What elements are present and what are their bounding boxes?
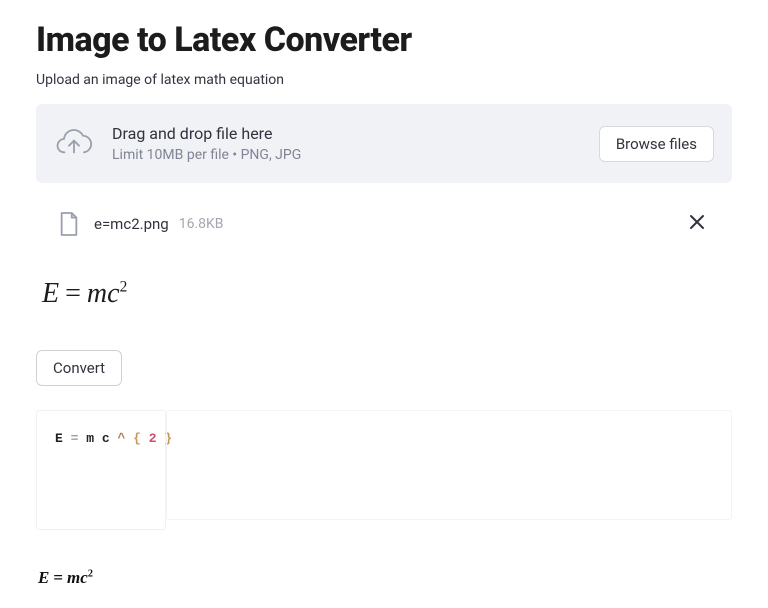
tok-c: c [102,431,110,446]
req-eq: = [49,568,67,587]
file-icon [58,211,80,237]
eq-var-c: c [107,278,119,309]
cloud-upload-icon [54,126,94,162]
close-icon [688,213,706,231]
file-uploader[interactable]: Drag and drop file here Limit 10MB per f… [36,104,732,183]
uploaded-image-preview: E=mc2 [42,278,732,310]
file-size: 16.8KB [179,216,224,232]
tok-lbrace: { [133,431,141,446]
tok-caret: ^ [118,431,126,446]
uploaded-file-row: e=mc2.png 16.8KB [36,199,732,248]
latex-code-output: E = m c ^ { 2 } [36,410,166,530]
req-sup: 2 [88,568,93,579]
eq-equals: = [59,278,87,309]
uploader-left: Drag and drop file here Limit 10MB per f… [54,124,301,163]
tok-eq: = [71,431,79,446]
eq-var-E: E [42,278,59,309]
drop-sublabel: Limit 10MB per file • PNG, JPG [112,147,301,163]
page-subtitle: Upload an image of latex math equation [36,72,732,88]
tok-m: m [86,431,94,446]
browse-files-button[interactable]: Browse files [599,126,714,162]
eq-var-m: m [87,278,107,309]
result-left-col: E = m c ^ { 2 } E=mc2 [36,410,166,592]
tok-E: E [55,431,63,446]
drop-label: Drag and drop file here [112,124,301,143]
tok-num: 2 [149,431,157,446]
latex-render-output [166,410,732,520]
req-E: E [38,568,49,587]
req-c: c [80,568,88,587]
file-name: e=mc2.png [94,215,169,233]
req-m: m [67,568,80,587]
rendered-equation: E=mc2 [36,564,166,592]
eq-sup: 2 [120,279,128,296]
page-title: Image to Latex Converter [36,20,732,60]
convert-button[interactable]: Convert [36,350,122,386]
results-row: E = m c ^ { 2 } E=mc2 [36,410,732,592]
remove-file-button[interactable] [684,209,710,238]
